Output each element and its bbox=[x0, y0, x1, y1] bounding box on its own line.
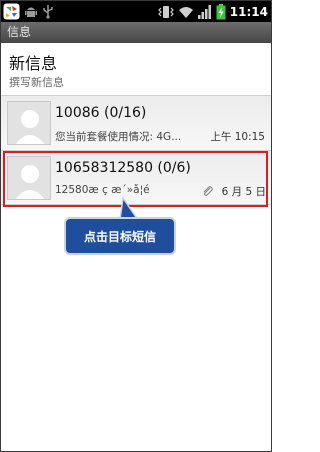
compose-subtitle: 撰写新信息 bbox=[9, 76, 64, 89]
app-title: 信息 bbox=[7, 25, 32, 39]
thread-snippet: 您当前套餐使用情况: 4G... bbox=[55, 131, 182, 143]
compose-title: 新信息 bbox=[9, 54, 58, 73]
app-logo-icon bbox=[3, 3, 20, 20]
android-icon bbox=[25, 7, 37, 17]
vibrate-icon bbox=[157, 5, 174, 18]
wifi-icon bbox=[178, 6, 193, 18]
battery-icon bbox=[216, 3, 226, 19]
thread-sender: 10086 (0/16) bbox=[55, 105, 147, 121]
callout-text: 点击目标短信 bbox=[83, 229, 156, 244]
status-bar: 11:14 bbox=[1, 1, 271, 22]
thread-item-10086[interactable]: 10086 (0/16) 您当前套餐使用情况: 4G... 上午 10:15 bbox=[1, 95, 271, 150]
instruction-callout: 点击目标短信 bbox=[64, 217, 176, 255]
thread-date: 上午 10:15 bbox=[210, 131, 265, 143]
usb-icon bbox=[43, 5, 53, 19]
signal-icon bbox=[197, 4, 211, 19]
compose-new-message[interactable]: 新信息 撰写新信息 bbox=[1, 43, 271, 93]
app-title-bar: 信息 bbox=[1, 22, 271, 43]
contact-avatar-icon bbox=[7, 101, 51, 145]
status-time: 11:14 bbox=[229, 4, 268, 19]
